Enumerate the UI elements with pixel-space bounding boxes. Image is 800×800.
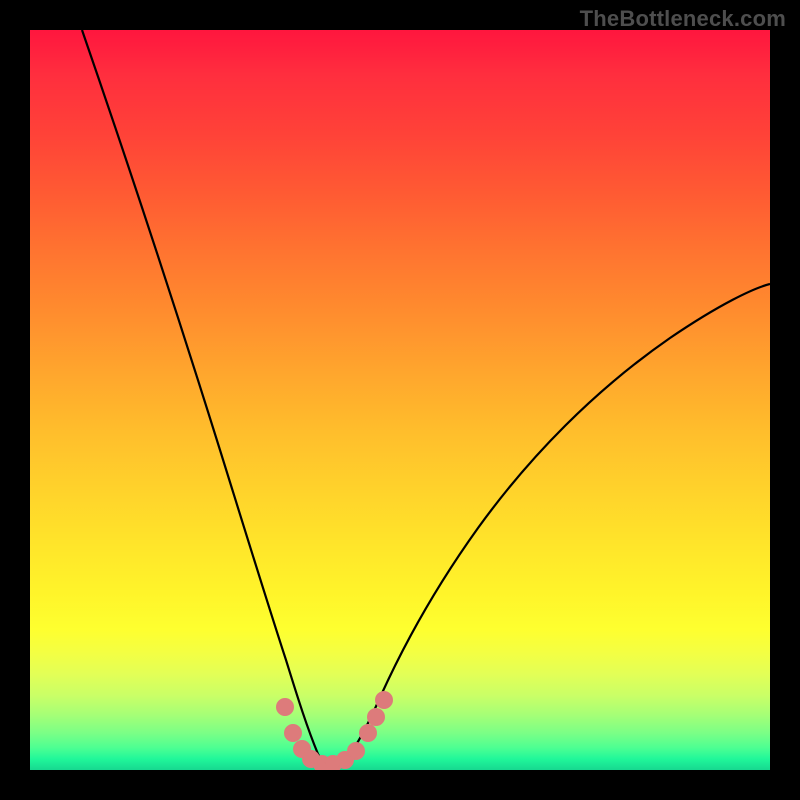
watermark-text: TheBottleneck.com [580, 6, 786, 32]
bottleneck-curve [82, 30, 770, 767]
marker-point [285, 725, 302, 742]
chart-svg [30, 30, 770, 770]
marker-point [360, 725, 377, 742]
marker-group [277, 692, 393, 771]
marker-point [368, 709, 385, 726]
marker-point [348, 743, 365, 760]
marker-point [376, 692, 393, 709]
plot-area [30, 30, 770, 770]
outer-frame: TheBottleneck.com [0, 0, 800, 800]
marker-point [277, 699, 294, 716]
